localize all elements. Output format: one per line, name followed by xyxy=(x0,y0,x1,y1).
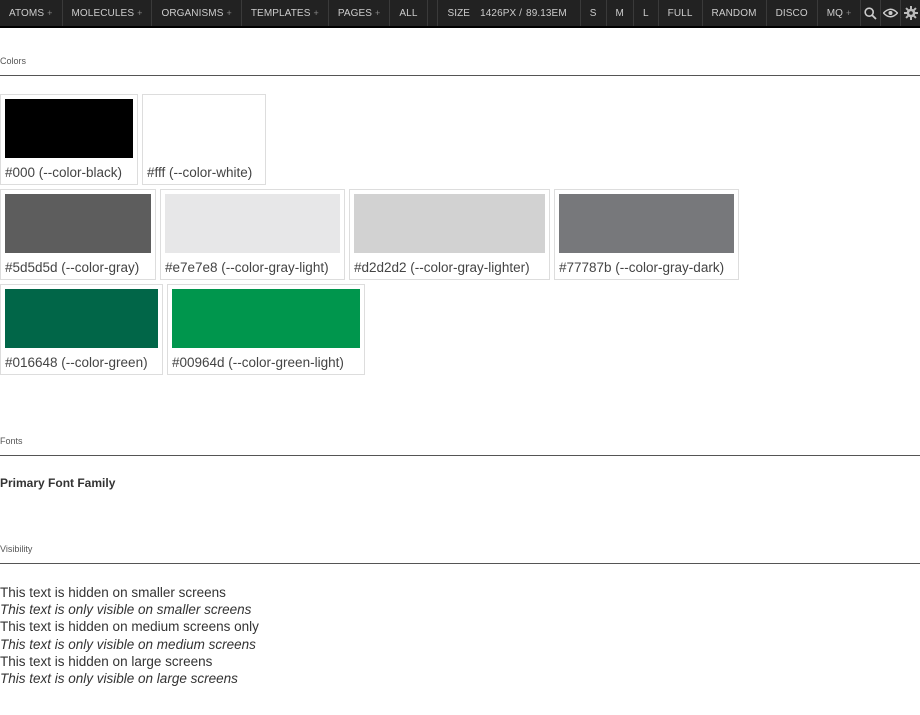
divider xyxy=(0,455,920,456)
color-swatch: #77787b (--color-gray-dark) xyxy=(554,189,739,280)
gear-icon[interactable] xyxy=(901,0,920,26)
visibility-line: This text is only visible on smaller scr… xyxy=(0,602,252,618)
swatch-label: #d2d2d2 (--color-gray-lighter) xyxy=(354,260,530,275)
swatch-row: #5d5d5d (--color-gray) #e7e7e8 (--color-… xyxy=(0,189,920,280)
swatch-grid: #000 (--color-black) #fff (--color-white… xyxy=(0,76,920,375)
size-em[interactable]: 89.13EM xyxy=(526,8,567,19)
eye-icon[interactable] xyxy=(881,0,902,26)
color-swatch: #016648 (--color-green) xyxy=(0,284,163,375)
nav-templates[interactable]: TEMPLATES + xyxy=(242,0,329,26)
size-medium-button[interactable]: M xyxy=(607,0,634,26)
size-label: SIZE xyxy=(447,7,471,19)
swatch-chip xyxy=(147,99,261,158)
color-swatch: #d2d2d2 (--color-gray-lighter) xyxy=(349,189,550,280)
colors-section: Colors #000 (--color-black) #fff (--colo… xyxy=(0,56,920,375)
nav-pages[interactable]: PAGES + xyxy=(329,0,391,26)
swatch-row: #016648 (--color-green) #00964d (--color… xyxy=(0,284,920,375)
size-large-button[interactable]: L xyxy=(634,0,659,26)
nav-atoms[interactable]: ATOMS + xyxy=(0,0,63,26)
color-swatch: #5d5d5d (--color-gray) xyxy=(0,189,156,280)
color-swatch: #000 (--color-black) xyxy=(0,94,138,185)
swatch-chip xyxy=(559,194,734,253)
visibility-line: This text is hidden on smaller screens xyxy=(0,585,226,600)
swatch-label: #5d5d5d (--color-gray) xyxy=(5,260,140,275)
swatch-label: #00964d (--color-green-light) xyxy=(172,355,344,370)
color-swatch: #e7e7e8 (--color-gray-light) xyxy=(160,189,345,280)
visibility-section-label: Visibility xyxy=(0,544,33,554)
disco-mode-button[interactable]: DISCO xyxy=(767,0,818,26)
size-small-button[interactable]: S xyxy=(581,0,607,26)
visibility-list: This text is hidden on smaller screens T… xyxy=(0,584,920,687)
size-full-button[interactable]: FULL xyxy=(659,0,703,26)
swatch-chip xyxy=(172,289,360,348)
expand-icon: + xyxy=(226,8,232,18)
swatch-chip xyxy=(5,289,158,348)
nav-molecules[interactable]: MOLECULES + xyxy=(63,0,153,26)
pattern-lab-toolbar: ATOMS + MOLECULES + ORGANISMS + TEMPLATES + … xyxy=(0,0,920,28)
size-random-button[interactable]: RANDOM xyxy=(703,0,767,26)
visibility-section: Visibility This text is hidden on smalle… xyxy=(0,544,920,687)
visibility-line: This text is hidden on medium screens on… xyxy=(0,619,259,635)
visibility-line: This text is only visible on large scree… xyxy=(0,671,238,687)
search-icon[interactable] xyxy=(861,0,882,26)
size-px[interactable]: 1426PX / xyxy=(480,8,522,19)
expand-icon: + xyxy=(313,8,319,18)
viewport-size-readout: SIZE 1426PX / 89.13EM xyxy=(437,0,581,26)
swatch-chip xyxy=(354,194,545,253)
swatch-chip xyxy=(5,99,133,158)
fonts-section: Fonts Primary Font Family xyxy=(0,436,920,490)
swatch-label: #000 (--color-black) xyxy=(5,165,123,180)
expand-icon: + xyxy=(846,8,852,18)
primary-font-heading: Primary Font Family xyxy=(0,476,116,490)
visibility-line: This text is only visible on medium scre… xyxy=(0,636,256,652)
nav-organisms[interactable]: ORGANISMS + xyxy=(152,0,242,26)
colors-section-label: Colors xyxy=(0,56,27,66)
media-query-menu[interactable]: MQ + xyxy=(818,0,862,26)
visibility-line: This text is hidden on large screens xyxy=(0,653,213,669)
color-swatch: #00964d (--color-green-light) xyxy=(167,284,365,375)
swatch-chip xyxy=(165,194,340,253)
expand-icon: + xyxy=(47,8,53,18)
nav-all[interactable]: ALL xyxy=(390,0,428,26)
divider xyxy=(0,563,920,564)
swatch-label: #fff (--color-white) xyxy=(147,165,253,180)
swatch-label: #016648 (--color-green) xyxy=(5,355,148,370)
fonts-section-label: Fonts xyxy=(0,436,23,446)
swatch-label: #77787b (--color-gray-dark) xyxy=(559,260,725,275)
expand-icon: + xyxy=(137,8,143,18)
swatch-row: #000 (--color-black) #fff (--color-white… xyxy=(0,94,920,185)
swatch-chip xyxy=(5,194,151,253)
expand-icon: + xyxy=(375,8,381,18)
color-swatch: #fff (--color-white) xyxy=(142,94,266,185)
swatch-label: #e7e7e8 (--color-gray-light) xyxy=(165,260,329,275)
